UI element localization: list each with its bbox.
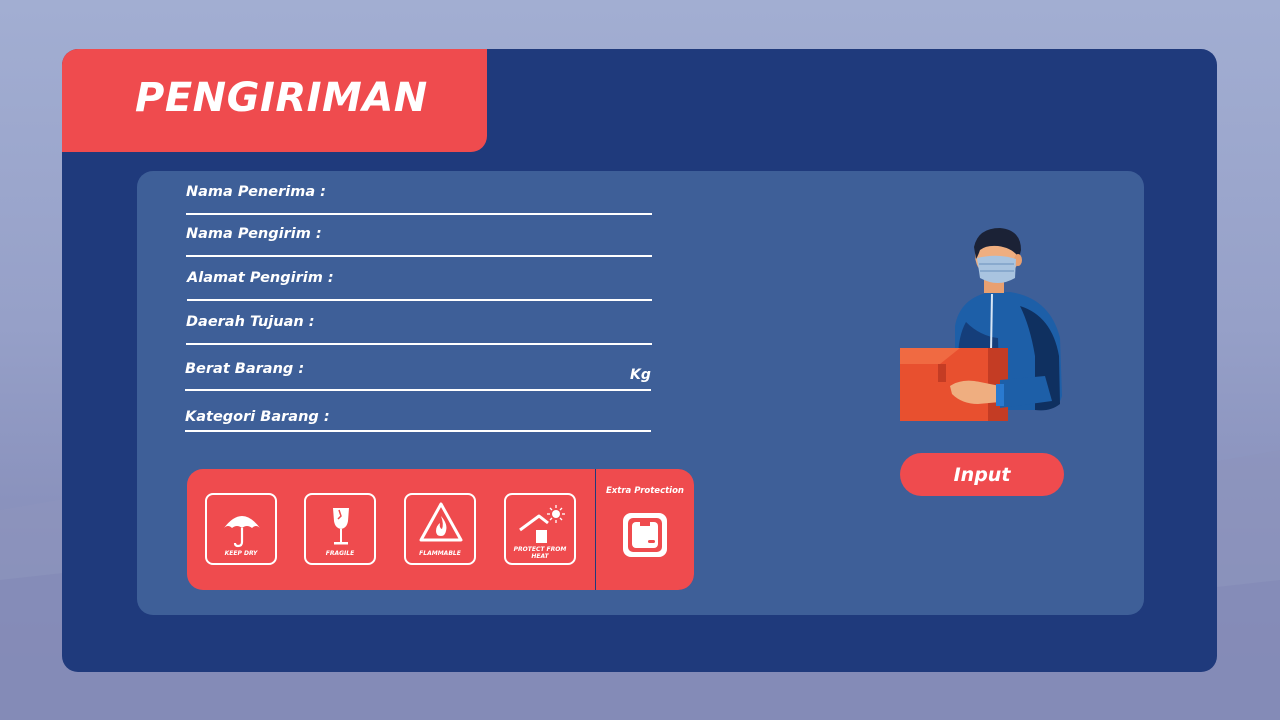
nama-penerima-input[interactable] <box>186 198 656 214</box>
page-title: PENGIRIMAN <box>135 75 428 121</box>
shipping-card: PENGIRIMAN Nama Penerima : Nama Pengirim… <box>62 49 1217 672</box>
tag-label: FRAGILE <box>325 550 355 557</box>
form-panel: Nama Penerima : Nama Pengirim : Alamat P… <box>137 171 1144 615</box>
alamat-pengirim-input[interactable] <box>187 284 656 300</box>
field-underline <box>186 213 652 215</box>
category-selector: KEEP DRY FRAGILE FLAMMABLE PROTECT FROM … <box>187 469 694 590</box>
tag-label: PROTECT FROM HEAT <box>513 546 567 560</box>
category-flammable[interactable]: FLAMMABLE <box>404 493 476 565</box>
field-underline <box>186 343 652 345</box>
field-underline <box>185 430 651 432</box>
field-underline <box>185 389 651 391</box>
category-fragile[interactable]: FRAGILE <box>304 493 376 565</box>
input-button[interactable]: Input <box>900 453 1064 496</box>
nama-pengirim-input[interactable] <box>186 240 656 256</box>
extra-protection-option[interactable]: Extra Protection <box>595 469 694 590</box>
category-keep-dry[interactable]: KEEP DRY <box>205 493 277 565</box>
courier-illustration <box>900 228 1062 421</box>
field-label: Kategori Barang : <box>185 409 330 425</box>
extra-protection-label: Extra Protection <box>606 486 684 496</box>
field-underline <box>186 255 652 257</box>
field-underline <box>187 299 652 301</box>
category-protect-from-heat[interactable]: PROTECT FROM HEAT <box>504 493 576 565</box>
weight-unit: Kg <box>630 367 651 383</box>
tag-label: KEEP DRY <box>224 550 258 557</box>
daerah-tujuan-input[interactable] <box>186 328 656 344</box>
package-box-icon <box>623 513 667 557</box>
tag-label: FLAMMABLE <box>419 550 461 557</box>
title-tab: PENGIRIMAN <box>62 49 487 152</box>
